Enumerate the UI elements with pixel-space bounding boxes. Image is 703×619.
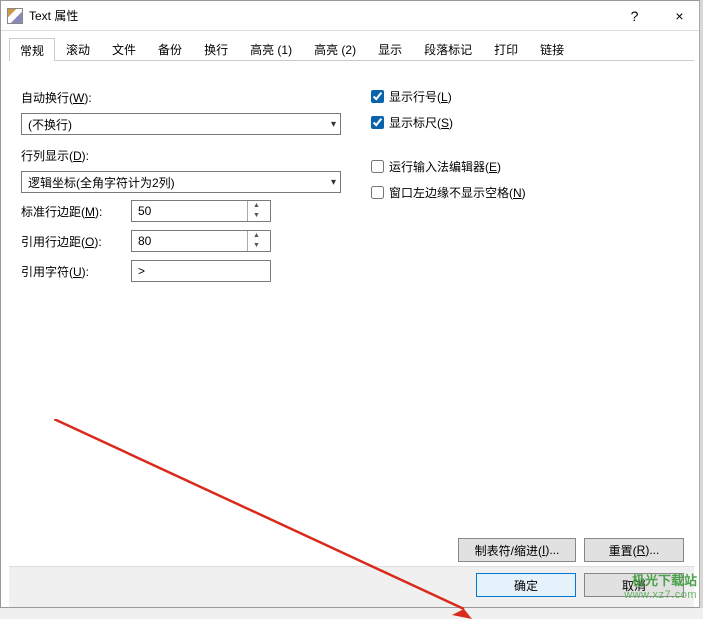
ime-checkbox[interactable] bbox=[371, 160, 384, 173]
ruler-checkbox-row[interactable]: 显示标尺(S) bbox=[371, 109, 526, 135]
linenum-checkbox-row[interactable]: 显示行号(L) bbox=[371, 83, 526, 109]
rowdisp-value: 逻辑坐标(全角字符计为2列) bbox=[28, 174, 175, 191]
spin-up-icon[interactable]: ▲ bbox=[248, 231, 265, 241]
quotmargin-input[interactable] bbox=[132, 234, 247, 248]
autowrap-select[interactable]: (不换行) ▾ bbox=[21, 113, 341, 135]
nospaces-checkbox[interactable] bbox=[371, 186, 384, 199]
linenum-label: 显示行号(L) bbox=[389, 88, 452, 105]
ok-button[interactable]: 确定 bbox=[476, 573, 576, 597]
cancel-button[interactable]: 取消 bbox=[584, 573, 684, 597]
reset-button[interactable]: 重置(R)... bbox=[584, 538, 684, 562]
stdmargin-spinner[interactable]: ▲▼ bbox=[131, 200, 271, 222]
tab-content: 自动换行(W): (不换行) ▾ 行列显示(D): 逻辑坐标(全角字符计为2列)… bbox=[9, 61, 694, 534]
tab-print[interactable]: 打印 bbox=[483, 37, 529, 60]
ruler-checkbox[interactable] bbox=[371, 116, 384, 129]
chevron-down-icon: ▾ bbox=[331, 119, 336, 130]
spin-down-icon[interactable]: ▼ bbox=[248, 241, 265, 251]
chevron-down-icon: ▾ bbox=[331, 177, 336, 188]
quotechar-input[interactable] bbox=[131, 260, 271, 282]
quotmargin-spinner[interactable]: ▲▼ bbox=[131, 230, 271, 252]
right-edge-strip bbox=[699, 0, 703, 608]
tab-highlight1[interactable]: 高亮 (1) bbox=[239, 37, 303, 60]
spin-up-icon[interactable]: ▲ bbox=[248, 201, 265, 211]
titlebar: Text 属性 ? × bbox=[1, 1, 702, 31]
ruler-label: 显示标尺(S) bbox=[389, 114, 453, 131]
tab-highlight2[interactable]: 高亮 (2) bbox=[303, 37, 367, 60]
tabs-indent-button[interactable]: 制表符/缩进(I)... bbox=[458, 538, 576, 562]
stdmargin-label: 标准行边距(M): bbox=[21, 203, 131, 220]
quotechar-label: 引用字符(U): bbox=[21, 263, 131, 280]
spin-down-icon[interactable]: ▼ bbox=[248, 211, 265, 221]
button-row-2: 确定 取消 bbox=[9, 566, 694, 607]
nospaces-checkbox-row[interactable]: 窗口左边缘不显示空格(N) bbox=[371, 179, 526, 205]
tab-paragraph[interactable]: 段落标记 bbox=[413, 37, 483, 60]
ime-checkbox-row[interactable]: 运行输入法编辑器(E) bbox=[371, 153, 526, 179]
button-row-1: 制表符/缩进(I)... 重置(R)... bbox=[9, 534, 694, 566]
tabstrip: 常规 滚动 文件 备份 换行 高亮 (1) 高亮 (2) 显示 段落标记 打印 … bbox=[9, 37, 694, 61]
linenum-checkbox[interactable] bbox=[371, 90, 384, 103]
nospaces-label: 窗口左边缘不显示空格(N) bbox=[389, 184, 526, 201]
autowrap-label: 自动换行(W): bbox=[21, 89, 92, 106]
autowrap-value: (不换行) bbox=[28, 116, 72, 133]
tab-scroll[interactable]: 滚动 bbox=[55, 37, 101, 60]
quotmargin-label: 引用行边距(O): bbox=[21, 233, 131, 250]
tab-display[interactable]: 显示 bbox=[367, 37, 413, 60]
rowdisp-label: 行列显示(D): bbox=[21, 147, 89, 164]
tab-general[interactable]: 常规 bbox=[9, 38, 55, 61]
close-button[interactable]: × bbox=[657, 1, 702, 31]
tab-link[interactable]: 链接 bbox=[529, 37, 575, 60]
app-icon bbox=[7, 8, 23, 24]
help-button[interactable]: ? bbox=[612, 1, 657, 31]
tab-backup[interactable]: 备份 bbox=[147, 37, 193, 60]
rowdisp-select[interactable]: 逻辑坐标(全角字符计为2列) ▾ bbox=[21, 171, 341, 193]
window-title: Text 属性 bbox=[29, 7, 78, 24]
tab-file[interactable]: 文件 bbox=[101, 37, 147, 60]
ime-label: 运行输入法编辑器(E) bbox=[389, 158, 501, 175]
tab-wrap[interactable]: 换行 bbox=[193, 37, 239, 60]
stdmargin-input[interactable] bbox=[132, 204, 247, 218]
